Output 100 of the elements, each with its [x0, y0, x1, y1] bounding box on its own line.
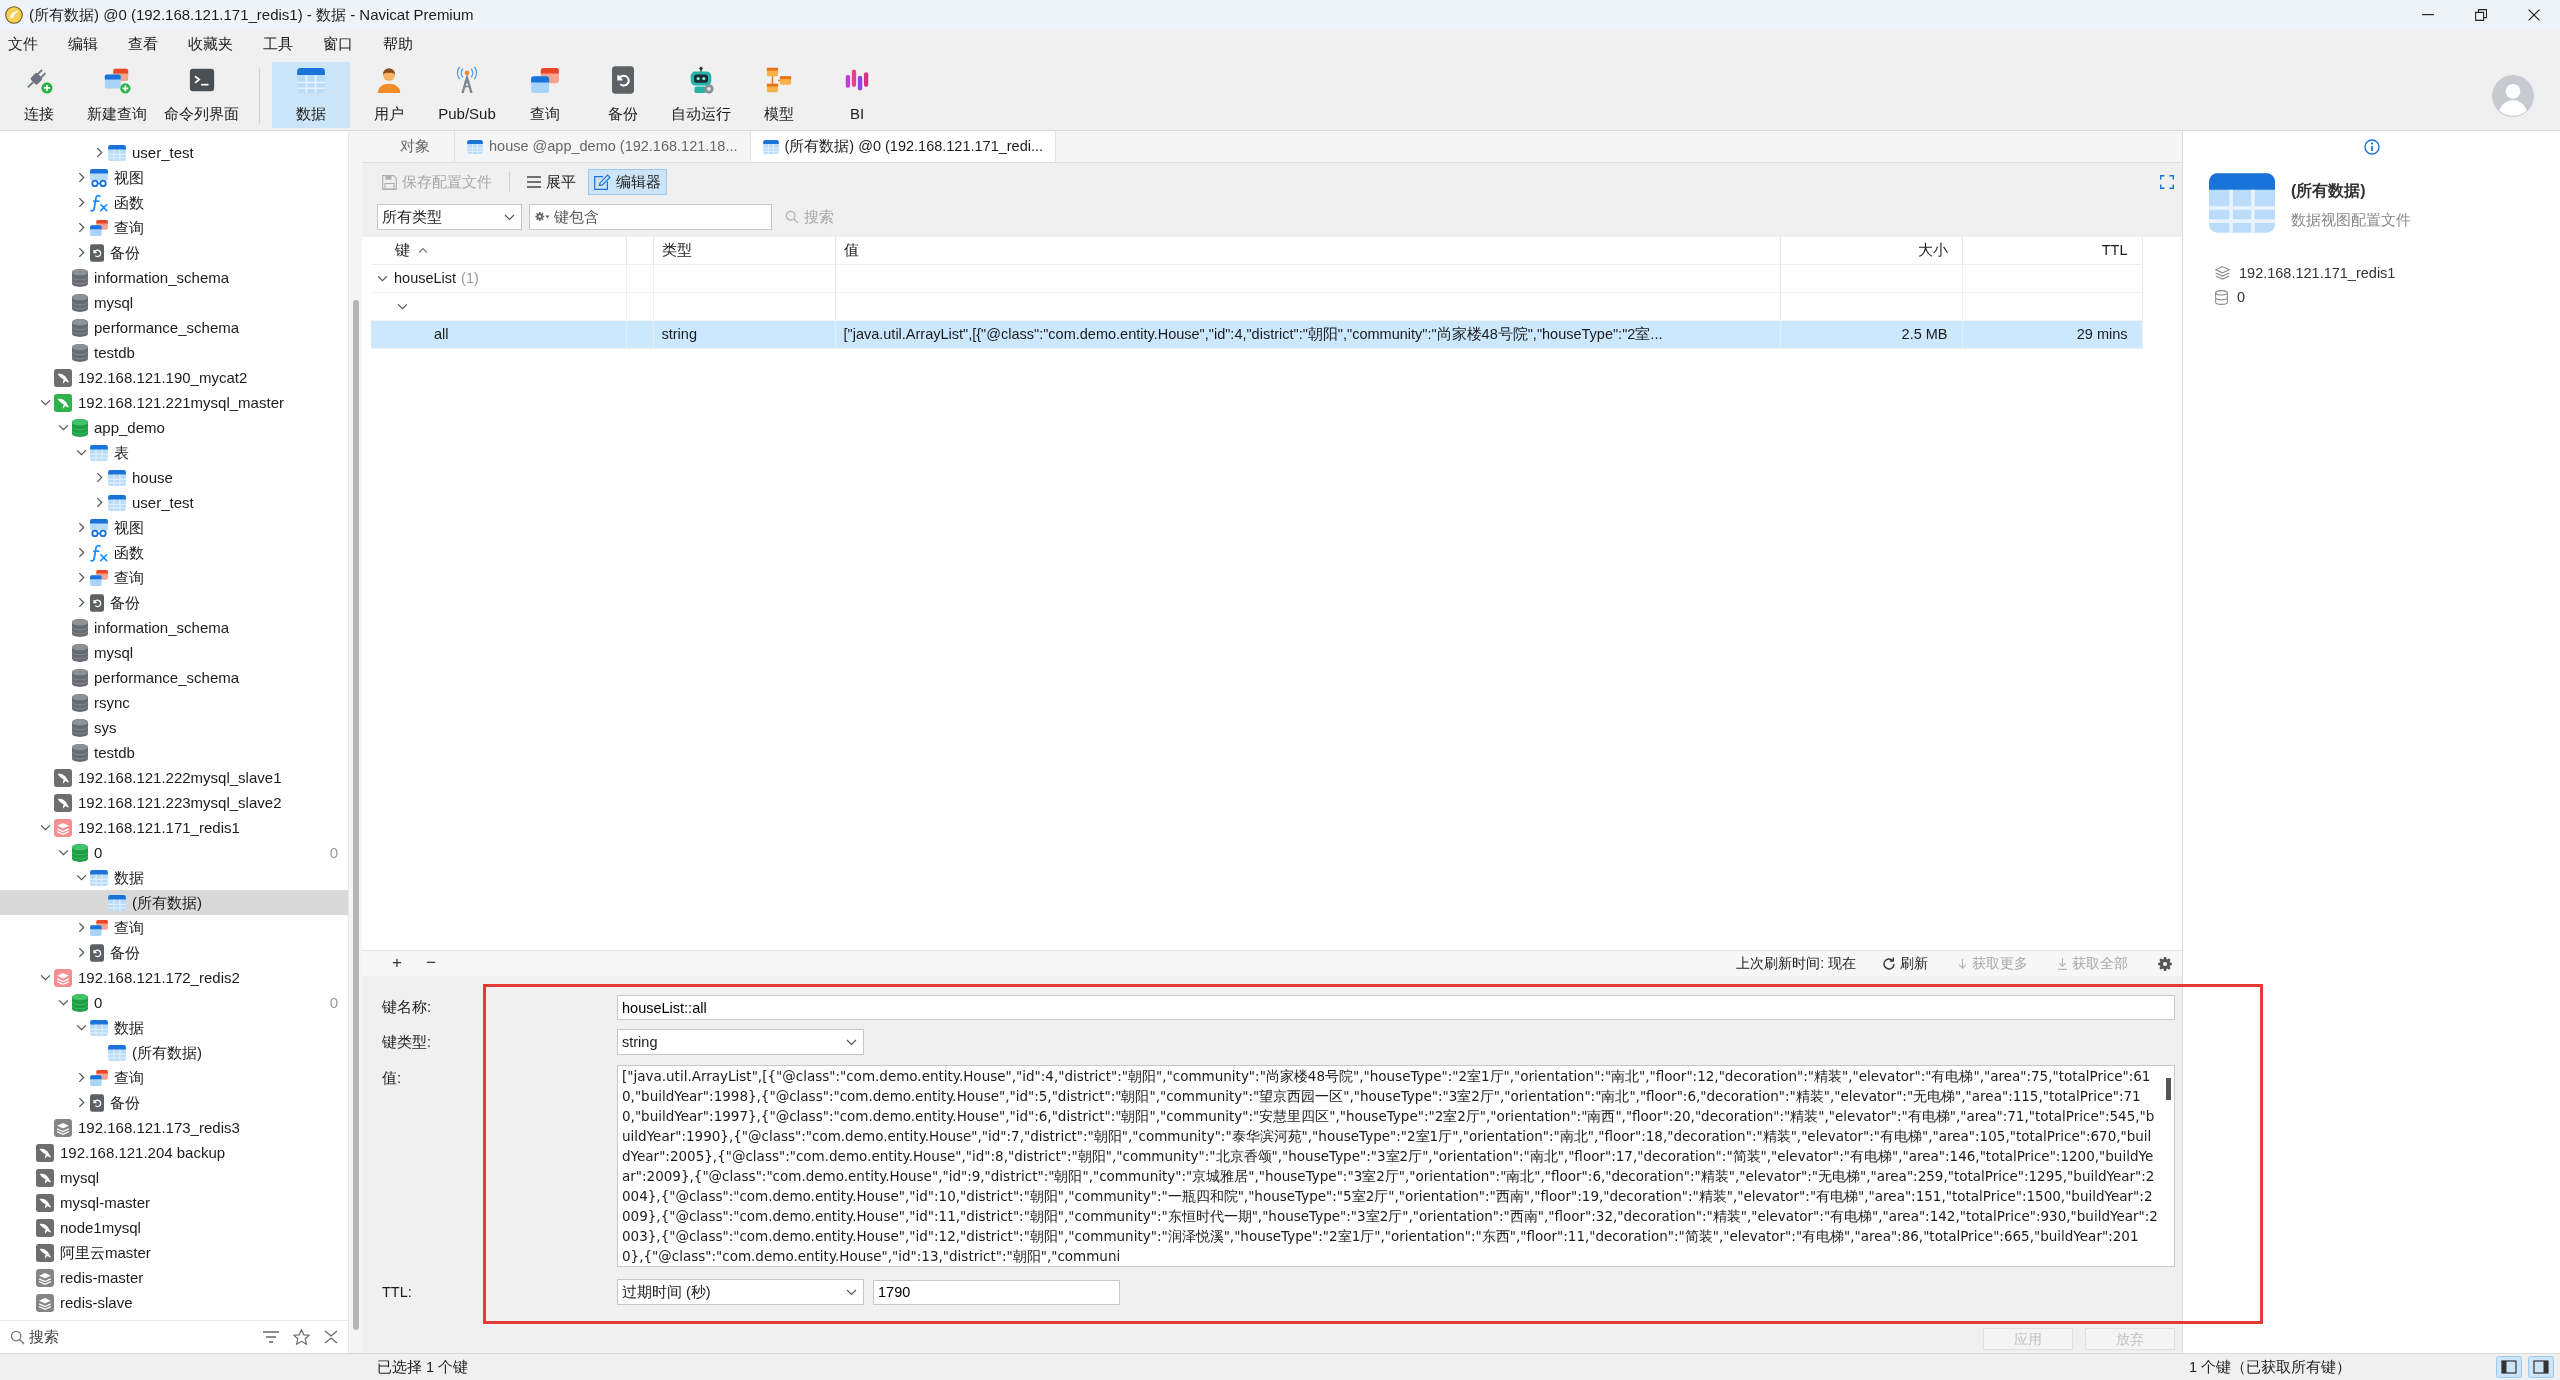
column-header[interactable]: TTL [1962, 237, 2142, 264]
tree-item[interactable]: sys [0, 715, 348, 740]
tree-item[interactable]: 192.168.121.171_redis1 [0, 815, 348, 840]
menu-item[interactable]: 工具 [248, 30, 308, 58]
tree-item[interactable]: 0 0 [0, 840, 348, 865]
tree-item[interactable]: 192.168.121.204 backup [0, 1140, 348, 1165]
chevron-down-icon[interactable] [396, 302, 408, 310]
tree-item[interactable]: 备份 [0, 590, 348, 615]
user-button[interactable]: 用户 [350, 62, 428, 128]
chevron-down-icon[interactable] [75, 449, 87, 456]
column-header[interactable]: 值 [835, 237, 1780, 264]
gear-caret-icon[interactable] [535, 212, 550, 221]
tree-item[interactable]: testdb [0, 740, 348, 765]
flat-view-button[interactable]: 展平 [521, 169, 582, 195]
chevron-down-icon[interactable] [57, 849, 69, 856]
add-button[interactable]: + [392, 952, 426, 975]
data-button[interactable]: 数据 [272, 62, 350, 128]
menu-item[interactable]: 编辑 [53, 30, 113, 58]
tree-item[interactable]: 阿里云master [0, 1240, 348, 1265]
tree-item[interactable]: 192.168.121.190_mycat2 [0, 365, 348, 390]
tree-item[interactable]: 查询 [0, 215, 348, 240]
ttl-field[interactable]: 1790 [873, 1279, 1120, 1305]
chevron-right-icon[interactable] [77, 597, 85, 608]
chevron-right-icon[interactable] [77, 1072, 85, 1083]
collapse-icon[interactable] [324, 1330, 338, 1344]
tab[interactable]: 对象 [376, 131, 455, 162]
bi-button[interactable]: BI [818, 62, 896, 128]
layout-icon[interactable] [2528, 1356, 2554, 1378]
tree-item[interactable]: information_schema [0, 265, 348, 290]
info-icon[interactable] [2363, 139, 2380, 155]
tree-item[interactable]: testdb [0, 340, 348, 365]
chevron-right-icon[interactable] [95, 472, 103, 483]
backup-button[interactable]: 备份 [584, 62, 662, 128]
tree-item[interactable]: 函数 [0, 540, 348, 565]
editor-button[interactable]: 编辑器 [588, 169, 667, 195]
tree-item[interactable]: performance_schema [0, 665, 348, 690]
tree-item[interactable]: information_schema [0, 615, 348, 640]
tree-item[interactable]: mysql [0, 290, 348, 315]
chevron-right-icon[interactable] [77, 522, 85, 533]
automation-button[interactable]: 自动运行 [662, 62, 740, 128]
tree-item[interactable]: 函数 [0, 190, 348, 215]
type-dropdown[interactable]: 所有类型 [377, 204, 522, 230]
new-query-button[interactable]: 新建查询 [78, 62, 156, 128]
connect-button[interactable]: 连接 [0, 62, 78, 128]
tree-item[interactable]: 数据 [0, 1015, 348, 1040]
remove-button[interactable]: − [426, 952, 460, 975]
chevron-right-icon[interactable] [77, 572, 85, 583]
star-icon[interactable] [293, 1329, 310, 1345]
tree-item[interactable]: 192.168.121.172_redis2 [0, 965, 348, 990]
chevron-down-icon[interactable] [57, 424, 69, 431]
menu-item[interactable]: 帮助 [368, 30, 428, 58]
tab[interactable]: house @app_demo (192.168.121.18... [455, 131, 751, 162]
column-header[interactable]: 键 [371, 237, 626, 264]
pubsub-button[interactable]: Pub/Sub [428, 62, 506, 128]
tree-item[interactable]: performance_schema [0, 315, 348, 340]
tree-item[interactable]: user_test [0, 140, 348, 165]
key-name-field[interactable]: houseList::all [617, 995, 2175, 1020]
chevron-right-icon[interactable] [77, 222, 85, 233]
tree-item[interactable]: 192.168.121.222mysql_slave1 [0, 765, 348, 790]
tree-item[interactable]: 192.168.121.223mysql_slave2 [0, 790, 348, 815]
layout-icon[interactable] [2496, 1356, 2522, 1378]
console-button[interactable]: 命令列界面 [156, 62, 247, 128]
key-filter-field[interactable]: 键包含 [529, 204, 772, 230]
scrollbar-thumb[interactable] [352, 300, 359, 1330]
tree-item[interactable]: 0 0 [0, 990, 348, 1015]
filter-icon[interactable] [263, 1331, 279, 1343]
tree-item[interactable]: 备份 [0, 1090, 348, 1115]
chevron-down-icon[interactable] [376, 274, 388, 282]
tree-item[interactable]: 192.168.121.221mysql_master [0, 390, 348, 415]
chevron-down-icon[interactable] [57, 999, 69, 1006]
chevron-right-icon[interactable] [77, 197, 85, 208]
menu-item[interactable]: 查看 [113, 30, 173, 58]
tree-item[interactable]: mysql [0, 640, 348, 665]
value-text-area[interactable]: ["java.util.ArrayList",[{"@class":"com.demo.entity.House","id":4,"district":"朝阳","community":"尚家楼48号院","houseType":"2室1厅","orientation":"南北","floor":12,"decoration":"精装","elevator":"有电梯","area":75,"totalPrice":610,"buildYear":1998},{"@class":"com.demo.entity.House","id":5,"district":"朝阳","community":"望京西园一区","houseType":"3室2厅","orientation":"南北","floor":6,"decoration":"精装","elevator":"无电梯","area":115,"totalPrice":710,"buildYear":1997},{"@class":"com.demo.entity.House","id":6,"district":"朝阳","community":"安慧里四区","houseType":"2室2厅","orientation":"南西","floor":20,"decoration":"精装","elevator":"有电梯","area":71,"totalPrice":545,"buildYear":1990},{"@class":"com.demo.entity.House","id":7,"district":"朝阳","community":"泰华滨河苑","houseType":"2室1厅","orientation":"南北","floor":18,"decoration":"精装","elevator":"有电梯","area":105,"totalPrice":670,"buildYear":2005},{"@class":"com.demo.entity.House","id":8,"district":"朝阳","community":"北京香颂","houseType":"3室2厅","orientation":"南北","floor":17,"decoration":"简装","elevator":"有电梯","area":146,"totalPrice":1200,"buildYear":2009},{"@class":"com.demo.entity.House","id":9,"district":"朝阳","community":"京城雅居","houseType":"3室2厅","orientation":"南北","floor":6,"decoration":"精装","elevator":"无电梯","area":259,"totalPrice":1295,"buildYear":2004},{"@class":"com.demo.entity.House","id":10,"district":"朝阳","community":"一瓶四和院","houseType":"5室2厅","orientation":"西南","floor":19,"decoration":"精装","elevator":"有电梯","area":151,"totalPrice":1500,"buildYear":2009},{"@class":"com.demo.entity.House","id":11,"district":"朝阳","community":"东恒时代一期","houseType":"3室2厅","orientation":"西南","floor":32,"decoration":"精装","elevator":"有电梯","area":142,"totalPrice":930,"buildYear":2003},{"@class":"com.demo.entity.House","id":12,"district":"朝阳","community":"润泽悦溪","houseType":"2室1厅","orientation":"东西","floor":11,"decoration":"简装","elevator":"有电梯","area":86,"totalPrice":665,"buildYear":2010},{"@class":"com.demo.entity.House","id":13,"district":"朝阳","communi [617, 1065, 2175, 1267]
tree-item[interactable]: 备份 [0, 240, 348, 265]
tree-item[interactable]: (所有数据) [0, 890, 348, 915]
column-header[interactable]: 类型 [653, 237, 835, 264]
chevron-down-icon[interactable] [75, 1024, 87, 1031]
tree-item[interactable]: redis-master [0, 1265, 348, 1290]
tree-item[interactable]: mysql-master [0, 1190, 348, 1215]
tree-item[interactable]: 备份 [0, 940, 348, 965]
tree-item[interactable]: node1mysql [0, 1215, 348, 1240]
tree-item[interactable]: 查询 [0, 915, 348, 940]
fullscreen-icon[interactable] [2160, 175, 2174, 189]
settings-icon[interactable] [2158, 956, 2172, 971]
menu-item[interactable]: 文件 [0, 30, 53, 58]
tree-item[interactable]: mysql [0, 1165, 348, 1190]
tree-item[interactable]: house [0, 465, 348, 490]
chevron-right-icon[interactable] [77, 172, 85, 183]
search-field[interactable]: 搜索 [29, 1327, 229, 1347]
key-type-dropdown[interactable]: string [617, 1029, 864, 1055]
tree-item[interactable]: rsync [0, 690, 348, 715]
tree-item[interactable]: 查询 [0, 1065, 348, 1090]
table-row[interactable]: all string ["java.util.ArrayList",[{"@class":"com.demo.entity.House","id":4,"district":"朝阳","community":"尚家楼48号院","houseType":"2室... 2.5 MB 29 mins [371, 320, 2142, 348]
model-button[interactable]: 模型 [740, 62, 818, 128]
tree-item[interactable]: 表 [0, 440, 348, 465]
menu-item[interactable]: 窗口 [308, 30, 368, 58]
scrollbar-thumb[interactable] [2165, 1078, 2171, 1100]
chevron-down-icon[interactable] [39, 824, 51, 831]
column-header[interactable]: 大小 [1780, 237, 1962, 264]
